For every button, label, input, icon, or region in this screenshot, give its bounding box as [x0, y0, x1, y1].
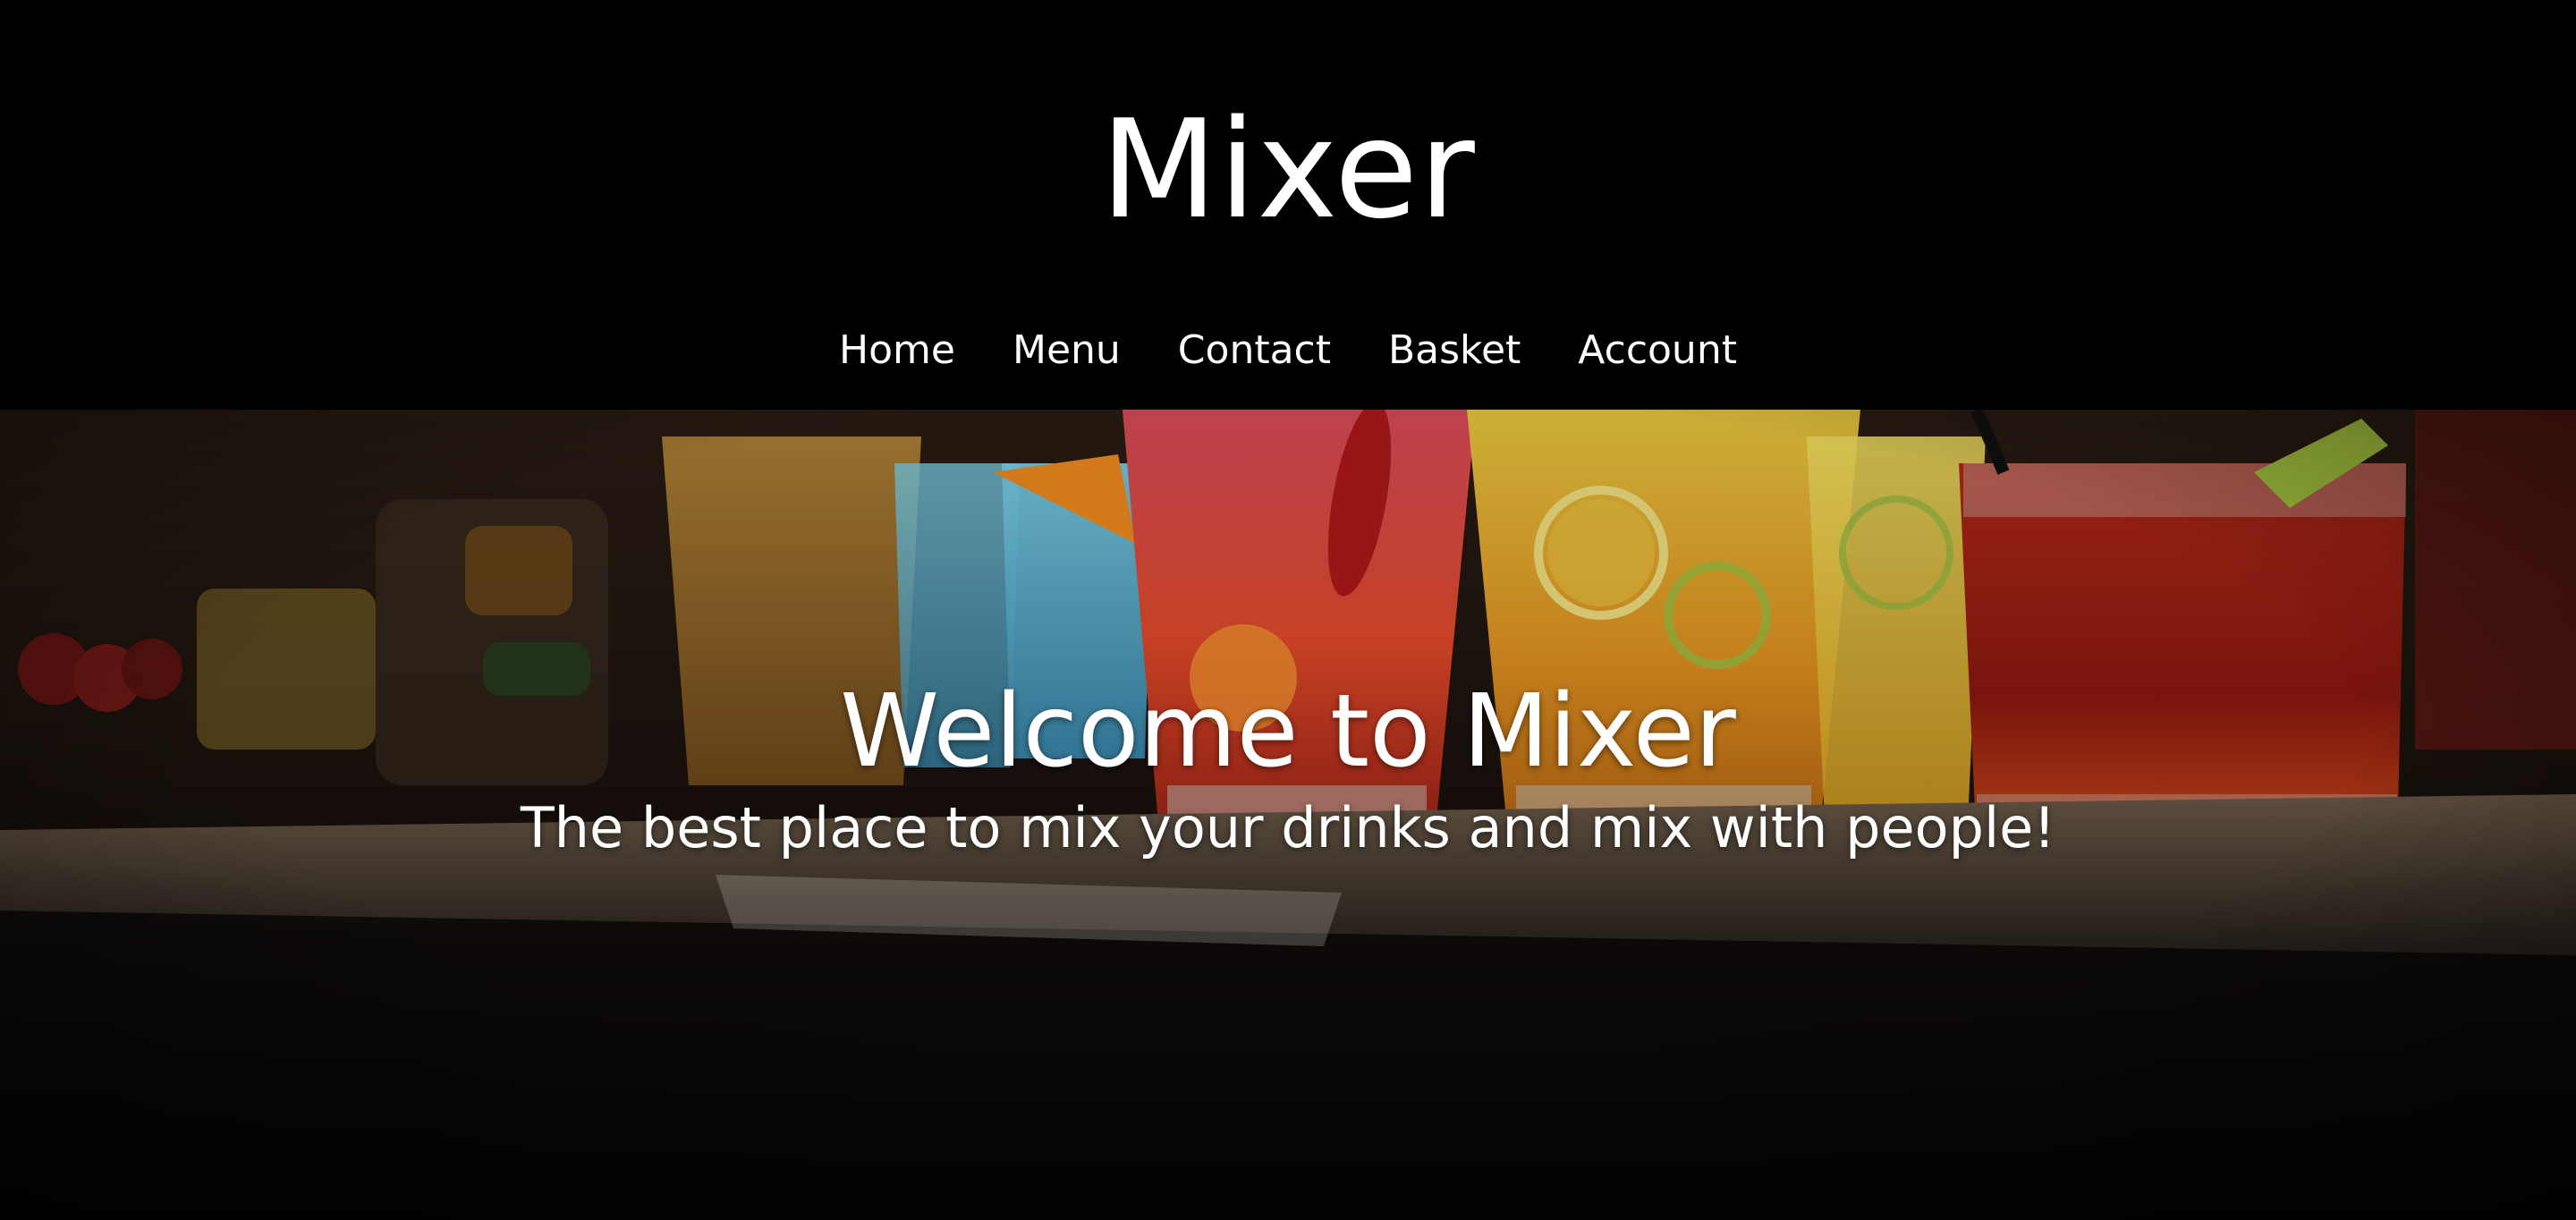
nav-home-link[interactable]: Home — [839, 322, 955, 379]
nav-basket-link[interactable]: Basket — [1388, 322, 1521, 379]
nav-menu-link[interactable]: Menu — [1013, 322, 1121, 379]
main-nav: Home Menu Contact Basket Account — [0, 322, 2576, 379]
site-title[interactable]: Mixer — [0, 89, 2576, 250]
hero-heading: Welcome to Mixer — [840, 674, 1736, 790]
nav-contact-link[interactable]: Contact — [1178, 322, 1331, 379]
hero-text-overlay: Welcome to Mixer The best place to mix y… — [0, 410, 2576, 1220]
hero-subheading: The best place to mix your drinks and mi… — [520, 795, 2056, 860]
site-header: Mixer Home Menu Contact Basket Account — [0, 0, 2576, 410]
nav-account-link[interactable]: Account — [1578, 322, 1737, 379]
hero-banner: Welcome to Mixer The best place to mix y… — [0, 410, 2576, 1220]
